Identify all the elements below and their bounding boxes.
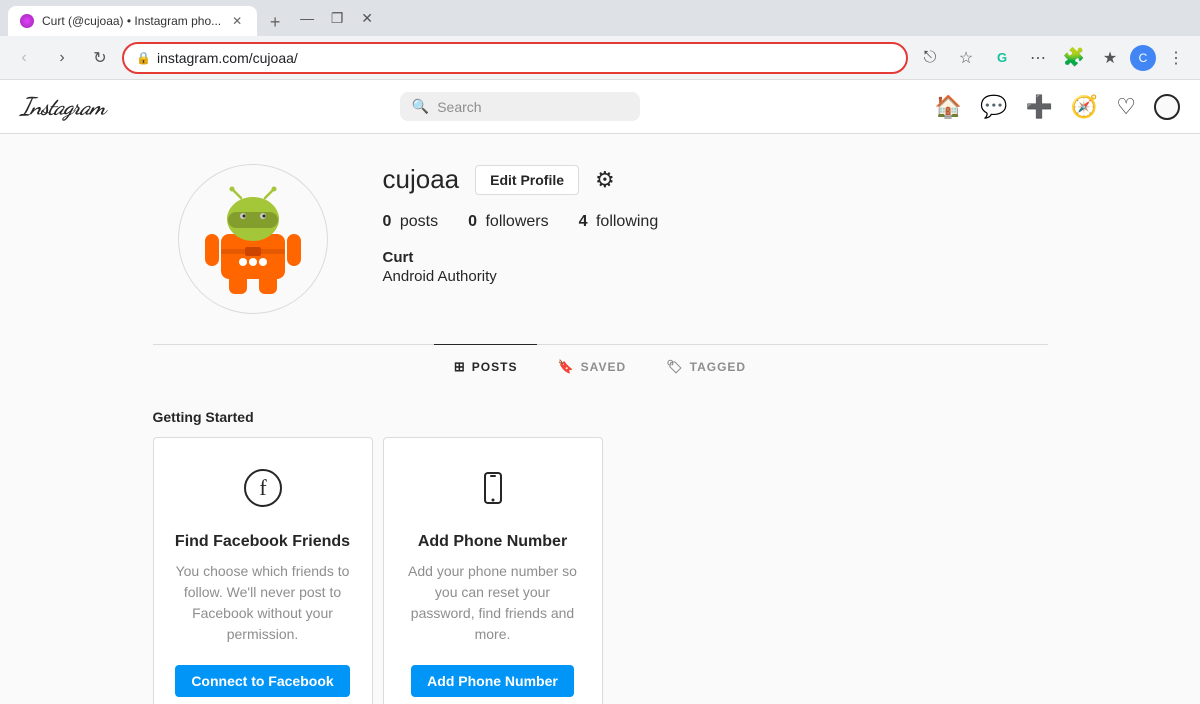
toolbar-right: ⎋ ☆ G ⋯ 🧩 ★ C ⋮ (914, 42, 1192, 74)
browser-frame: Curt (@cujoaa) • Instagram pho... ✕ + — … (0, 0, 1200, 704)
tagged-tab-icon: 🏷 (666, 359, 684, 375)
posts-stat: 0 posts (383, 213, 439, 231)
saved-tab-label: SAVED (581, 360, 626, 374)
nav-icons: 🏠 💬 ➕ 🧭 ♡ (935, 94, 1180, 120)
create-icon[interactable]: ➕ (1025, 94, 1052, 120)
window-controls: — ❐ ✕ (293, 4, 381, 32)
lock-icon: 🔒 (136, 51, 151, 65)
instagram-content: cujoaa Edit Profile ⚙ 0 posts 0 follower… (133, 134, 1068, 704)
reload-button[interactable]: ↻ (84, 42, 116, 74)
tab-posts[interactable]: ⊞ POSTS (434, 344, 538, 389)
instagram-logo: Instagram (20, 92, 105, 121)
followers-count: 0 (468, 213, 477, 231)
tab-favicon (20, 14, 34, 28)
phone-card-title: Add Phone Number (418, 533, 567, 551)
address-bar-container: 🔒 instagram.com/cujoaa/ (122, 42, 908, 74)
profile-avatar-image (203, 184, 303, 294)
getting-started-section: Getting Started f Find Facebook Friends … (153, 389, 1048, 704)
add-phone-button[interactable]: Add Phone Number (411, 665, 574, 697)
facebook-card: f Find Facebook Friends You choose which… (153, 437, 373, 704)
puzzle-icon[interactable]: ★ (1094, 42, 1126, 74)
profile-bio: Android Authority (383, 268, 1048, 285)
tab-tagged[interactable]: 🏷 TAGGED (646, 344, 766, 389)
edit-profile-button[interactable]: Edit Profile (475, 165, 579, 195)
address-bar[interactable]: 🔒 instagram.com/cujoaa/ (122, 42, 908, 74)
following-count: 4 (579, 213, 588, 231)
facebook-card-desc: You choose which friends to follow. We'l… (174, 561, 352, 645)
active-tab[interactable]: Curt (@cujoaa) • Instagram pho... ✕ (8, 6, 257, 36)
connect-facebook-button[interactable]: Connect to Facebook (175, 665, 349, 697)
following-label: following (592, 213, 659, 231)
tab-bar: Curt (@cujoaa) • Instagram pho... ✕ + (8, 0, 289, 36)
svg-text:f: f (259, 475, 267, 500)
tab-title: Curt (@cujoaa) • Instagram pho... (42, 14, 221, 28)
back-button[interactable]: ‹ (8, 42, 40, 74)
forward-button[interactable]: › (46, 42, 78, 74)
getting-started-title: Getting Started (153, 409, 1048, 425)
profile-pic-area (153, 164, 353, 314)
bookmark-icon[interactable]: ☆ (950, 42, 982, 74)
browser-titlebar: Curt (@cujoaa) • Instagram pho... ✕ + — … (0, 0, 1200, 36)
posts-tab-icon: ⊞ (454, 359, 466, 375)
facebook-card-title: Find Facebook Friends (175, 533, 350, 551)
profile-info: cujoaa Edit Profile ⚙ 0 posts 0 follower… (353, 164, 1048, 285)
profile-top-row: cujoaa Edit Profile ⚙ (383, 164, 1048, 195)
followers-stat[interactable]: 0 followers (468, 213, 549, 231)
profile-icon[interactable] (1154, 94, 1180, 120)
url-text: instagram.com/cujoaa/ (157, 50, 894, 66)
profile-stats: 0 posts 0 followers 4 following (383, 213, 1048, 231)
share-icon[interactable]: ⎋ (914, 42, 946, 74)
profile-username: cujoaa (383, 164, 460, 195)
followers-label: followers (481, 213, 549, 231)
profile-header: cujoaa Edit Profile ⚙ 0 posts 0 follower… (153, 164, 1048, 314)
instagram-header: Instagram 🔍 🏠 💬 ➕ 🧭 ♡ (0, 80, 1200, 134)
profile-pic-circle (178, 164, 328, 314)
search-icon: 🔍 (412, 98, 429, 115)
cards-row: f Find Facebook Friends You choose which… (153, 437, 1048, 704)
search-input[interactable] (437, 99, 628, 115)
close-button[interactable]: ✕ (353, 4, 381, 32)
following-stat[interactable]: 4 following (579, 213, 659, 231)
new-tab-button[interactable]: + (261, 8, 289, 36)
posts-tab-label: POSTS (472, 360, 518, 374)
tagged-tab-label: TAGGED (690, 360, 746, 374)
saved-tab-icon: 🔖 (557, 359, 574, 375)
minimize-button[interactable]: — (293, 4, 321, 32)
profile-name: Curt (383, 249, 1048, 266)
home-icon[interactable]: 🏠 (935, 94, 962, 120)
tab-saved[interactable]: 🔖 SAVED (537, 344, 646, 389)
phone-card: Add Phone Number Add your phone number s… (383, 437, 603, 704)
settings-icon[interactable]: ⚙ (595, 167, 615, 193)
posts-label: posts (395, 213, 438, 231)
phone-card-desc: Add your phone number so you can reset y… (404, 561, 582, 645)
facebook-icon: f (243, 468, 283, 517)
profile-tabs: ⊞ POSTS 🔖 SAVED 🏷 TAGGED (153, 344, 1048, 389)
maximize-button[interactable]: ❐ (323, 4, 351, 32)
phone-icon (473, 468, 513, 517)
search-box[interactable]: 🔍 (400, 92, 640, 121)
browser-toolbar: ‹ › ↻ 🔒 instagram.com/cujoaa/ ⎋ ☆ G ⋯ 🧩 … (0, 36, 1200, 80)
more-icon[interactable]: ⋯ (1022, 42, 1054, 74)
posts-count: 0 (383, 213, 392, 231)
messenger-icon[interactable]: 💬 (980, 94, 1007, 120)
browser-profile-avatar[interactable]: C (1130, 45, 1156, 71)
menu-icon[interactable]: ⋮ (1160, 42, 1192, 74)
extensions-icon[interactable]: 🧩 (1058, 42, 1090, 74)
heart-icon[interactable]: ♡ (1116, 94, 1136, 120)
grammarly-icon[interactable]: G (986, 42, 1018, 74)
instagram-page: Instagram 🔍 🏠 💬 ➕ 🧭 ♡ (0, 80, 1200, 704)
explore-icon[interactable]: 🧭 (1071, 94, 1098, 120)
tab-close-button[interactable]: ✕ (229, 13, 245, 29)
